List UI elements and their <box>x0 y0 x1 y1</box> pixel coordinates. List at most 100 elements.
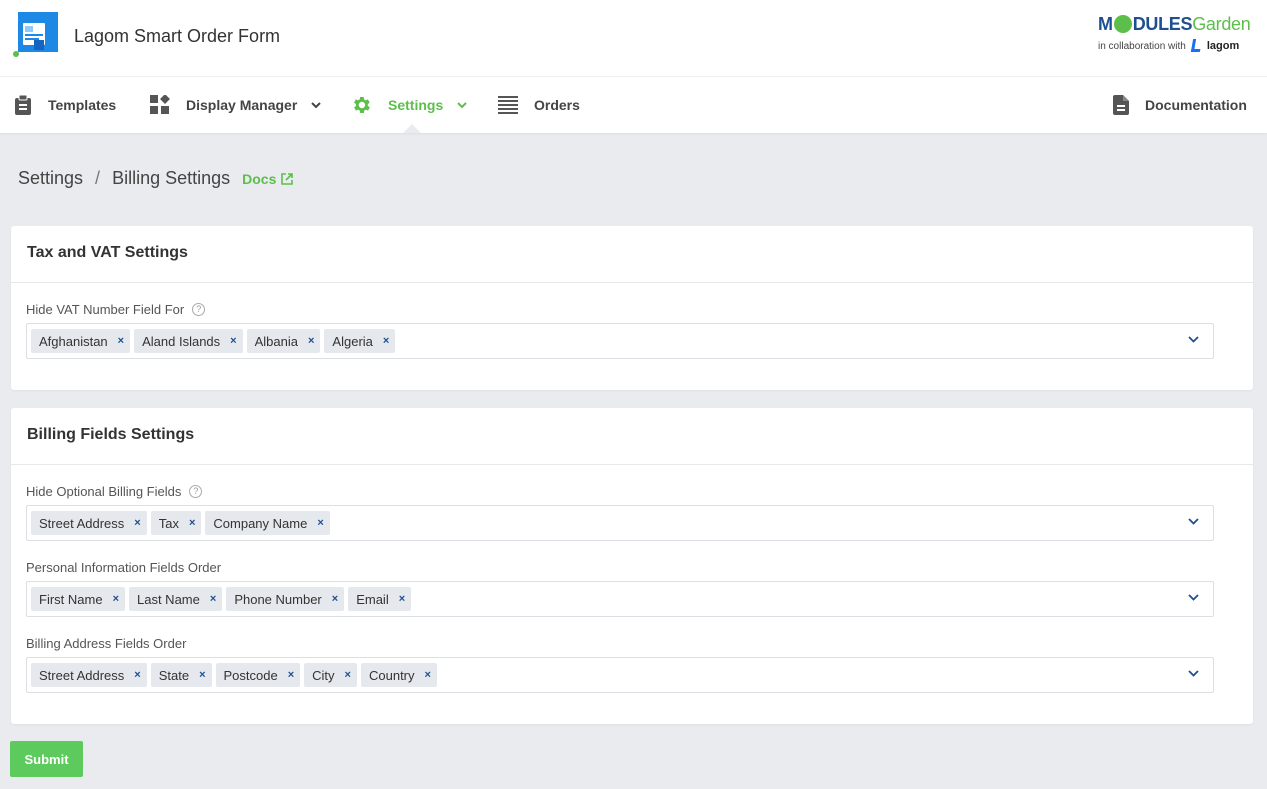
selected-tag: Street Address × <box>31 511 147 535</box>
docs-link[interactable]: Docs <box>242 171 294 187</box>
selected-tag: Email × <box>348 587 412 611</box>
hide-optional-label-text: Hide Optional Billing Fields <box>26 484 182 499</box>
brand-modules-m: M <box>1098 14 1113 34</box>
gear-icon <box>354 97 370 113</box>
chevron-down-icon[interactable] <box>1188 518 1199 525</box>
selected-tag-label: Albania <box>254 333 298 349</box>
selected-tag: First Name × <box>31 587 125 611</box>
app-title: Lagom Smart Order Form <box>74 26 281 46</box>
address-order-select[interactable]: Street Address × State × Postcode × City × Count… <box>26 657 1214 693</box>
help-icon[interactable]: ? <box>189 485 203 498</box>
nav-templates[interactable]: Templates <box>14 77 116 133</box>
hide-optional-label: Hide Optional Billing Fields ? <box>26 484 203 499</box>
chevron-down-icon[interactable] <box>1188 594 1199 601</box>
remove-tag-icon[interactable]: × <box>425 669 431 681</box>
remove-tag-icon[interactable]: × <box>383 335 389 347</box>
selected-tag-label: Country <box>368 667 415 683</box>
widgets-icon <box>150 95 170 114</box>
app-header: Lagom Smart Order Form M DULESGarden in c… <box>0 0 1267 77</box>
nav-documentation-label: Documentation <box>1145 97 1247 113</box>
selected-tag: City × <box>304 663 357 687</box>
selected-tag: Aland Islands × <box>134 329 243 353</box>
selected-tag-label: Afghanistan <box>39 333 108 349</box>
selected-tag: Company Name × <box>205 511 330 535</box>
active-nav-caret <box>403 124 421 133</box>
selected-tag-label: Phone Number <box>234 591 322 607</box>
list-icon <box>498 96 518 114</box>
address-order-label-text: Billing Address Fields Order <box>26 636 187 651</box>
selected-tag-label: First Name <box>39 591 103 607</box>
selected-tag-label: Algeria <box>332 333 373 349</box>
remove-tag-icon[interactable]: × <box>134 517 140 529</box>
billing-fields-panel: Billing Fields Settings Hide Optional Bi… <box>11 408 1253 724</box>
remove-tag-icon[interactable]: × <box>332 593 338 605</box>
personal-order-select[interactable]: First Name × Last Name × Phone Number × Email × <box>26 581 1214 617</box>
brand-garden: Garden <box>1192 14 1251 34</box>
brand-lagom: lagom <box>1206 40 1240 52</box>
nav-settings-label: Settings <box>388 97 444 113</box>
remove-tag-icon[interactable]: × <box>113 593 119 605</box>
selected-tag: Afghanistan × <box>31 329 131 353</box>
selected-tag-label: Tax <box>158 515 179 531</box>
selected-tag: Algeria × <box>324 329 396 353</box>
selected-tag-label: Company Name <box>213 515 308 531</box>
nav-templates-label: Templates <box>48 97 117 113</box>
chevron-down-icon[interactable] <box>1188 670 1199 677</box>
chevron-down-icon[interactable] <box>1188 336 1199 343</box>
lagom-logo-icon <box>1190 39 1202 52</box>
selected-tag-label: State <box>158 667 190 683</box>
page-title: Billing Settings <box>112 168 231 188</box>
clipboard-icon <box>15 95 31 115</box>
remove-tag-icon[interactable]: × <box>399 593 405 605</box>
remove-tag-icon[interactable]: × <box>210 593 216 605</box>
help-icon[interactable]: ? <box>192 303 206 316</box>
selected-tag-label: Aland Islands <box>142 333 221 349</box>
personal-order-label-text: Personal Information Fields Order <box>26 560 222 575</box>
address-order-label: Billing Address Fields Order <box>26 636 186 651</box>
remove-tag-icon[interactable]: × <box>189 517 195 529</box>
external-link-icon <box>281 172 294 185</box>
selected-tag: Tax × <box>150 511 202 535</box>
hide-vat-select[interactable]: Afghanistan × Aland Islands × Albania × Algeri… <box>26 323 1214 359</box>
nav-orders[interactable]: Orders <box>498 77 580 133</box>
selected-tag-label: Postcode <box>223 667 278 683</box>
chevron-down-icon <box>311 101 321 108</box>
document-icon <box>1113 95 1129 115</box>
nav-documentation[interactable]: Documentation <box>1113 77 1247 133</box>
breadcrumb-separator: / <box>95 168 101 188</box>
selected-tag-label: Last Name <box>137 591 200 607</box>
app-logo-icon <box>10 12 60 62</box>
nav-display-manager[interactable]: Display Manager <box>150 77 321 133</box>
remove-tag-icon[interactable]: × <box>118 335 124 347</box>
modulesgarden-logo: M DULESGarden in collaboration with lagom <box>1098 14 1253 60</box>
selected-tag: State × <box>150 663 212 687</box>
remove-tag-icon[interactable]: × <box>345 669 351 681</box>
remove-tag-icon[interactable]: × <box>317 517 323 529</box>
hide-vat-label: Hide VAT Number Field For ? <box>26 302 206 317</box>
remove-tag-icon[interactable]: × <box>230 335 236 347</box>
billing-fields-panel-title: Billing Fields Settings <box>11 408 1253 465</box>
brand-collab-text: in collaboration with <box>1098 41 1186 52</box>
selected-tag: Country × <box>360 663 437 687</box>
globe-icon <box>1113 15 1132 33</box>
nav-display-manager-label: Display Manager <box>186 97 298 113</box>
chevron-down-icon <box>457 101 467 108</box>
selected-tag-label: Street Address <box>39 667 125 683</box>
tax-vat-panel-title: Tax and VAT Settings <box>11 226 1253 283</box>
hide-vat-label-text: Hide VAT Number Field For <box>26 302 185 317</box>
breadcrumb-parent[interactable]: Settings <box>18 168 83 189</box>
selected-tag: Albania × <box>246 329 321 353</box>
hide-optional-select[interactable]: Street Address × Tax × Company Name × <box>26 505 1214 541</box>
selected-tag: Last Name × <box>129 587 223 611</box>
selected-tag-label: Street Address <box>39 515 125 531</box>
selected-tag: Street Address × <box>31 663 147 687</box>
nav-orders-label: Orders <box>534 97 580 113</box>
submit-button[interactable]: Submit <box>10 741 83 777</box>
selected-tag: Phone Number × <box>226 587 345 611</box>
remove-tag-icon[interactable]: × <box>308 335 314 347</box>
brand-modules-rest: DULES <box>1132 14 1193 34</box>
remove-tag-icon[interactable]: × <box>288 669 294 681</box>
selected-tag-label: City <box>312 667 335 683</box>
remove-tag-icon[interactable]: × <box>134 669 140 681</box>
remove-tag-icon[interactable]: × <box>199 669 205 681</box>
